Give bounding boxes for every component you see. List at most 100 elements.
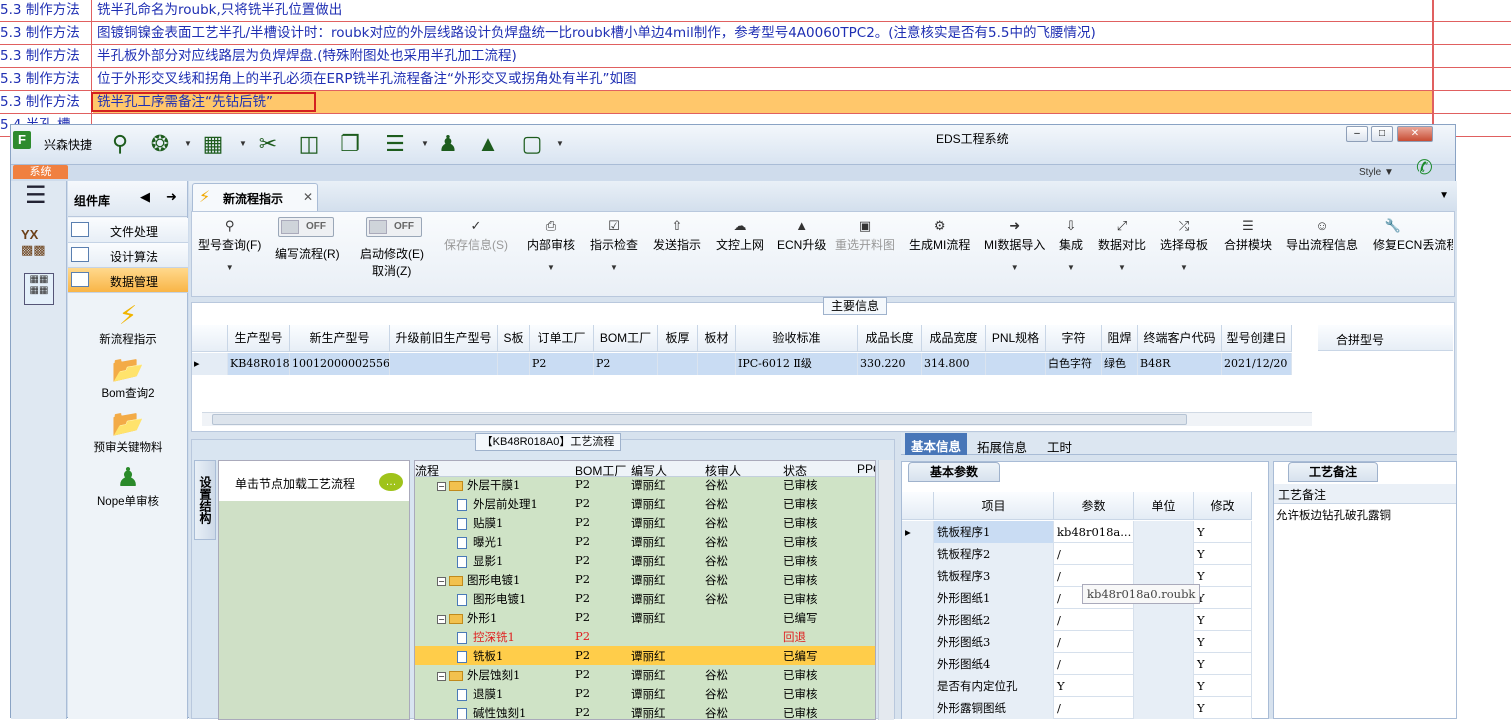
chevron-down-icon[interactable]: ▼: [1439, 190, 1449, 201]
style-menu[interactable]: Style ▼: [1359, 167, 1394, 178]
copy-icon[interactable]: ❐: [336, 131, 364, 157]
param-cell-mod[interactable]: Y: [1194, 609, 1252, 631]
tree-node[interactable]: 图形电镀1: [457, 591, 526, 607]
param-row[interactable]: 是否有内定位孔 Y Y: [902, 675, 1252, 697]
grid-cell[interactable]: 330.220: [858, 353, 922, 375]
maximize-button[interactable]: □: [1371, 126, 1393, 142]
fix-ecn-button[interactable]: 🔧 修复ECN丢流程: [1373, 218, 1453, 253]
row-indicator[interactable]: [902, 675, 934, 697]
grid-col-header[interactable]: 验收标准: [736, 325, 858, 352]
data-compare-button[interactable]: ⤢ 数据对比 ▼: [1098, 218, 1146, 272]
scroll-thumb[interactable]: [212, 414, 1187, 425]
horizontal-scrollbar[interactable]: [202, 412, 1312, 426]
select-motherboard-button[interactable]: ⤮ 选择母板 ▼: [1160, 218, 1208, 272]
param-row[interactable]: 外形图纸2/ Y: [902, 609, 1252, 631]
collapse-icon[interactable]: −: [437, 671, 446, 681]
grid-col-header[interactable]: 板材: [698, 325, 736, 352]
tree-node[interactable]: − 图形电镀1: [437, 572, 520, 588]
tree-node[interactable]: 显影1: [457, 553, 503, 569]
param-cell-mod[interactable]: Y: [1194, 631, 1252, 653]
tree-row[interactable]: 外层前处理1 P2 谭丽红 谷松 已审核: [415, 494, 875, 513]
tree-row[interactable]: − 外形1 P2 谭丽红 已编写: [415, 608, 875, 627]
ecn-upgrade-button[interactable]: ▲ ECN升级: [777, 218, 826, 253]
row-indicator[interactable]: ▸: [902, 521, 934, 543]
param-row[interactable]: 铣板程序2/ Y: [902, 543, 1252, 565]
grid-cell[interactable]: KB48R018A0: [228, 353, 290, 375]
chevron-down-icon[interactable]: ▼: [556, 139, 564, 148]
param-cell-mod[interactable]: Y: [1194, 543, 1252, 565]
param-cell-param[interactable]: /: [1054, 631, 1134, 653]
grid-col-header[interactable]: S板: [498, 325, 530, 352]
component-item-algo[interactable]: 设计算法: [68, 243, 188, 268]
chevron-down-icon[interactable]: ▼: [184, 139, 192, 148]
param-cell-item[interactable]: 外形图纸3: [934, 631, 1054, 653]
param-cell-mod[interactable]: Y: [1194, 521, 1252, 543]
param-cell-param[interactable]: /: [1054, 543, 1134, 565]
param-cell-item[interactable]: 外形图纸2: [934, 609, 1054, 631]
scissors-icon[interactable]: ✂: [254, 131, 282, 157]
param-cell-param[interactable]: kb48r018a...: [1054, 521, 1134, 543]
tab-basic-params[interactable]: 基本参数: [908, 462, 1000, 482]
write-flow-toggle[interactable]: OFF: [278, 217, 334, 237]
area-chart-icon[interactable]: ▲: [474, 131, 502, 157]
grid-cell[interactable]: [658, 353, 698, 375]
grid-col-header[interactable]: 板厚: [658, 325, 698, 352]
generate-mi-button[interactable]: ⚙ 生成MI流程: [909, 218, 970, 253]
list-icon[interactable]: ☰: [381, 131, 409, 157]
grid-cell[interactable]: P2: [594, 353, 658, 375]
tree-node[interactable]: 铣板1: [457, 648, 503, 664]
calculator-icon[interactable]: ▦▦ ▦▦: [24, 273, 54, 305]
grid-cell[interactable]: [698, 353, 736, 375]
close-icon[interactable]: ✕: [303, 190, 313, 204]
param-cell-param[interactable]: /: [1054, 697, 1134, 719]
tab-system[interactable]: 系统: [13, 165, 68, 179]
tab-work-hours[interactable]: 工时: [1047, 437, 1072, 456]
tree-row[interactable]: 图形电镀1 P2 谭丽红 谷松 已审核: [415, 589, 875, 608]
param-cell-unit[interactable]: [1134, 543, 1194, 565]
tree-row[interactable]: 铣板1 P2 谭丽红 已编写: [415, 646, 875, 665]
collapse-icon[interactable]: −: [437, 576, 446, 586]
grid-col-header[interactable]: 成品宽度: [922, 325, 986, 352]
param-cell-item[interactable]: 外形露铜图纸: [934, 697, 1054, 719]
nope-review-item[interactable]: ♟ Nope单审核: [68, 461, 188, 509]
param-cell-unit[interactable]: [1134, 697, 1194, 719]
monitor-icon[interactable]: ▢: [518, 131, 546, 157]
tab-basic-info[interactable]: 基本信息: [905, 433, 968, 455]
tree-node[interactable]: 贴膜1: [457, 515, 503, 531]
export-flow-button[interactable]: ☺ 导出流程信息: [1286, 218, 1358, 253]
tree-row[interactable]: 曝光1 P2 谭丽红 谷松 已审核: [415, 532, 875, 551]
note-text[interactable]: 允许板边钻孔破孔露铜: [1276, 507, 1456, 523]
param-cell-item[interactable]: 外形图纸4: [934, 653, 1054, 675]
param-cell-item[interactable]: 外形图纸1: [934, 587, 1054, 609]
yx-factory-icon[interactable]: YX ▩▩: [21, 227, 55, 259]
merge-module-button[interactable]: ☰ 合拼模块: [1224, 218, 1272, 253]
chevron-down-icon[interactable]: ▼: [421, 139, 429, 148]
tree-node[interactable]: 控深铣1: [457, 629, 515, 645]
tree-node[interactable]: − 外形1: [437, 610, 497, 626]
phone-icon[interactable]: ✆: [1416, 155, 1433, 180]
param-cell-mod[interactable]: Y: [1194, 565, 1252, 587]
tree-node[interactable]: 曝光1: [457, 534, 503, 550]
row-indicator[interactable]: [902, 565, 934, 587]
cancel-label[interactable]: 取消(Z): [372, 262, 411, 279]
reselect-cut-image-button[interactable]: ▣ 重选开料图: [835, 218, 895, 253]
grid-col-header[interactable]: 成品长度: [858, 325, 922, 352]
grid-col-header[interactable]: 生产型号: [228, 325, 290, 352]
minimize-button[interactable]: –: [1346, 126, 1368, 142]
instruction-check-button[interactable]: ☑ 指示检查 ▼: [590, 218, 638, 272]
grid-col-header[interactable]: 订单工厂: [530, 325, 594, 352]
grid-cell[interactable]: 10012000002556: [290, 353, 390, 375]
param-row[interactable]: 外形图纸3/ Y: [902, 631, 1252, 653]
tree-row[interactable]: − 外层蚀刻1 P2 谭丽红 谷松 已审核: [415, 665, 875, 684]
grid-col-header[interactable]: 字符: [1046, 325, 1102, 352]
start-modify-toggle[interactable]: OFF: [366, 217, 422, 237]
grid-cell[interactable]: P2: [530, 353, 594, 375]
tree-node[interactable]: − 外层蚀刻1: [437, 667, 520, 683]
param-cell-unit[interactable]: [1134, 675, 1194, 697]
grid-cell[interactable]: IPC-6012 Ⅱ级: [736, 353, 858, 375]
param-cell-item[interactable]: 铣板程序3: [934, 565, 1054, 587]
grid-cell[interactable]: [390, 353, 498, 375]
grid-col-header[interactable]: 阻焊: [1102, 325, 1138, 352]
integrate-button[interactable]: ⇩ 集成 ▼: [1059, 218, 1083, 272]
grid-cell[interactable]: [986, 353, 1046, 375]
